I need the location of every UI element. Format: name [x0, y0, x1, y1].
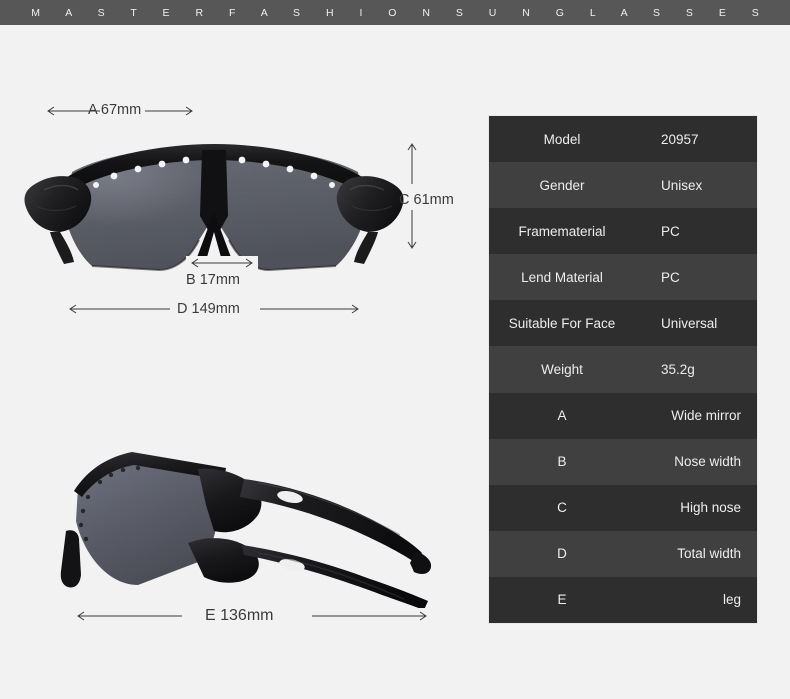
dimension-label-e: E 136mm [205, 607, 274, 624]
spec-row-value: Universal [661, 315, 718, 331]
spec-row: Lend Material PC [489, 254, 757, 301]
spec-row: Gender Unisex [489, 162, 757, 209]
spec-row-value: 20957 [661, 131, 699, 147]
spec-row: Weight 35.2g [489, 346, 757, 393]
dimension-label-a: A 67mm [88, 102, 142, 118]
spec-row-value: High nose [680, 500, 741, 516]
dimension-arrow-b [186, 256, 258, 270]
spec-row: D Total width [489, 530, 757, 577]
spec-row-label: A [557, 408, 567, 424]
spec-row-value: Wide mirror [671, 408, 741, 424]
spec-row-value: Total width [677, 546, 741, 562]
specification-table: Model 20957 Gender Unisex Framematerial PC Len… [489, 116, 757, 624]
spec-row-value: Unisex [661, 177, 703, 193]
brand-banner: M A S T E R F A S H I O N S U N G L A S … [0, 0, 790, 25]
spec-row-value: PC [661, 223, 680, 239]
spec-row-value: PC [661, 269, 680, 285]
product-side-view-image [48, 435, 448, 610]
spec-row-value: Nose width [674, 454, 741, 470]
spec-row-label: D [557, 546, 567, 562]
dimension-label-d: D 149mm [177, 301, 240, 317]
spec-row-label: B [557, 454, 567, 470]
dimension-label-b: B 17mm [186, 272, 240, 288]
spec-row: Framematerial PC [489, 208, 757, 255]
nose-pad [60, 530, 81, 588]
spec-row-value: 35.2g [661, 362, 695, 378]
spec-row: C High nose [489, 484, 757, 531]
spec-row: Suitable For Face Universal [489, 300, 757, 347]
spec-row-label: Model [543, 131, 581, 147]
spec-row-value: leg [722, 592, 741, 608]
brand-banner-title: M A S T E R F A S H I O N S U N G L A S … [31, 6, 771, 19]
spec-row: Model 20957 [489, 116, 757, 163]
spec-row-label: Suitable For Face [508, 315, 616, 331]
spec-row-label: E [557, 592, 567, 608]
spec-row-label: C [557, 500, 567, 516]
spec-row-label: Gender [539, 177, 585, 193]
side-hinge-block-lower [188, 538, 259, 583]
spec-row: B Nose width [489, 438, 757, 485]
dimension-label-c: C 61mm [399, 192, 454, 208]
spec-row: Eleg [489, 576, 757, 624]
spec-row-label: Weight [541, 362, 583, 378]
spec-row-label: Framematerial [518, 223, 606, 239]
spec-row: A Wide mirror [489, 392, 757, 439]
spec-row-label: Lend Material [521, 269, 603, 285]
